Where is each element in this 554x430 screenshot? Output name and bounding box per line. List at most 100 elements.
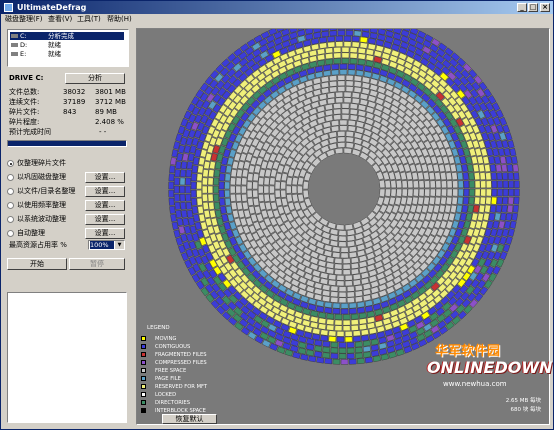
disk-block [318,317,327,325]
disk-block [381,250,391,259]
settings-button[interactable]: 设置... [85,228,125,239]
disk-block [404,226,414,237]
option-label[interactable]: 以文件/目录名整理 [17,187,75,196]
disk-block [252,48,262,58]
analyze-button[interactable]: 分析 [65,73,125,84]
option-label[interactable]: 仅整理碎片文件 [17,159,66,168]
drive-row-e[interactable]: E: 就绪 [10,50,124,58]
disk-block [509,148,517,157]
option-label[interactable]: 以巩固磁盘整理 [17,173,66,182]
disk-block [208,201,215,210]
start-button[interactable]: 开始 [7,258,67,270]
disk-block [350,324,359,331]
minimize-button[interactable]: _ [517,3,527,12]
disk-block [182,217,190,227]
disk-block [494,212,501,221]
disk-block [441,180,447,189]
disk-block [356,301,365,308]
disk-block [442,139,450,149]
disk-block [300,153,310,163]
disk-block [429,86,439,95]
disk-block [457,235,466,245]
disk-block [328,273,337,281]
option-radio[interactable] [7,216,14,223]
option-radio[interactable] [7,202,14,209]
title-bar[interactable]: UltimateDefrag _ □ × [1,1,553,14]
drive-row-c[interactable]: C: 分析完成 [10,32,124,40]
maximize-button[interactable]: □ [528,3,538,12]
disk-block [190,189,197,198]
disk-block [478,163,485,173]
drive-status: 就绪 [48,50,61,58]
disk-block [318,93,328,101]
disk-block [457,196,464,205]
disk-block [245,137,254,147]
disk-block [493,251,502,261]
option-label[interactable]: 以使用频率整理 [17,201,66,210]
disk-block [513,180,520,189]
disk-block [226,68,236,78]
option-label[interactable]: 以系统波动整理 [17,215,66,224]
disk-block [365,60,374,67]
disk-block [264,295,275,305]
close-button[interactable]: × [540,3,550,12]
settings-button[interactable]: 设置... [85,200,125,211]
legend-swatch [141,360,146,365]
disk-block [411,297,421,306]
disk-block [467,164,474,173]
disk-block [511,212,518,221]
disk-block [350,268,360,275]
disk-block [350,319,359,326]
disk-block [333,52,342,59]
menu-view[interactable]: 查看(V) [48,14,72,25]
disk-block [340,252,349,259]
chevron-down-icon[interactable]: ▼ [115,241,124,249]
disk-block [433,148,442,157]
option-label[interactable]: 自动整理 [17,229,45,238]
disk-block [362,228,372,238]
disk-block [399,233,409,243]
disk-block [513,196,520,205]
disk-block [347,69,356,76]
disk-block [492,220,500,229]
reset-zoom-button[interactable]: 恢复默认 [162,414,217,424]
option-radio[interactable] [7,174,14,181]
settings-button[interactable]: 设置... [85,186,125,197]
disk-block [366,322,376,330]
disk-block [429,140,438,150]
menu-defrag[interactable]: 磁盘整理(F) [5,14,43,25]
pause-button[interactable]: 暂停 [69,258,125,270]
disk-block [258,290,268,300]
disk-block [472,204,480,213]
disk-block [253,321,263,331]
disk-block [389,308,399,317]
disk-block [286,185,292,194]
drive-row-d[interactable]: D: 就绪 [10,41,124,49]
disk-block [507,196,514,205]
menu-tools[interactable]: 工具(T) [77,14,101,25]
disk-block [224,181,231,190]
disk-block [376,196,385,206]
disk-block [359,42,368,49]
disk-block [446,104,456,114]
usage-select[interactable]: 100% ▼ [88,240,125,250]
disk-block [508,180,515,189]
disk-block [484,204,491,213]
disk-block [196,181,203,190]
disk-block [457,180,464,189]
settings-button[interactable]: 设置... [85,172,125,183]
legend-label: PAGE FILE [155,376,181,382]
disk-block [442,308,453,318]
option-radio[interactable] [7,160,14,167]
menu-help[interactable]: 帮助(H) [107,14,132,25]
disk-block [325,58,334,65]
option-radio[interactable] [7,230,14,237]
disk-block [430,282,440,292]
settings-button[interactable]: 设置... [85,214,125,225]
disk-block [365,54,375,62]
option-radio[interactable] [7,188,14,195]
disk-block [168,181,174,190]
drive-list[interactable]: C: 分析完成 D: 就绪 E: 就绪 [7,29,129,67]
disk-block [396,188,403,197]
legend-swatch [141,368,146,373]
